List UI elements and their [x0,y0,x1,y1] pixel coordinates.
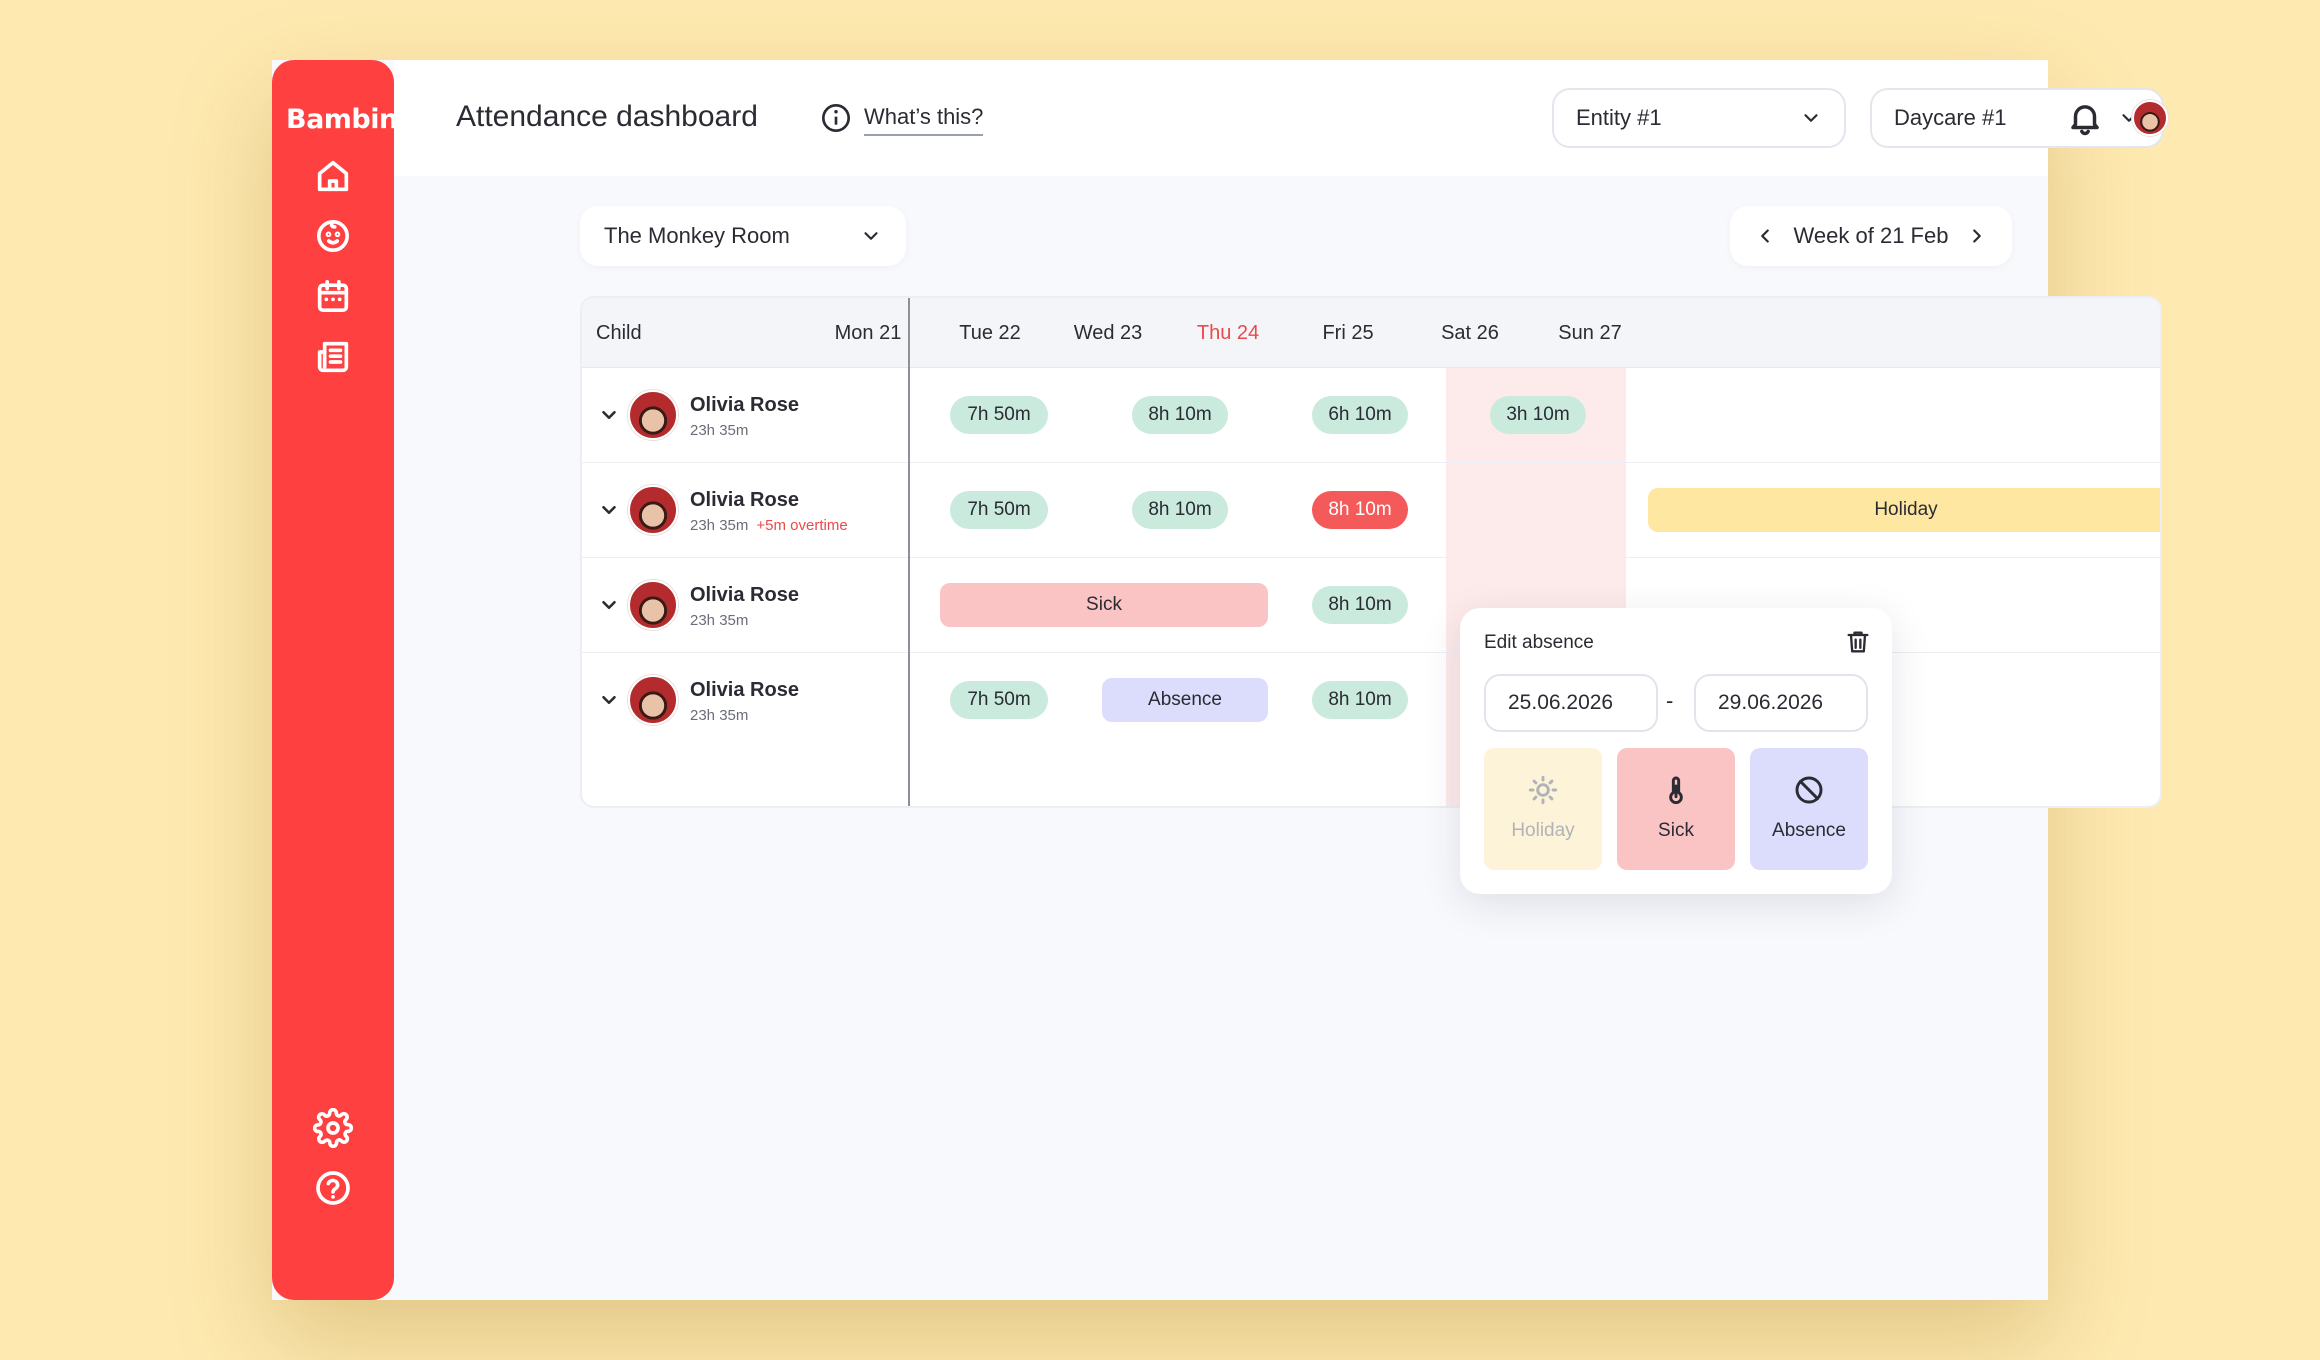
absence-type-label: Absence [1772,820,1846,841]
child-name[interactable]: Olivia Rose [690,679,799,702]
sidebar-item-settings[interactable] [313,1108,353,1148]
child-hours: 23h 35m [690,707,749,724]
child-name[interactable]: Olivia Rose [690,394,799,417]
attendance-pill[interactable]: 7h 50m [950,396,1048,434]
absence-bar[interactable]: Absence [1102,678,1268,722]
week-label: Week of 21 Feb [1793,223,1949,248]
date-to-field[interactable] [1694,674,1868,732]
child-hours: 23h 35m [690,422,749,439]
sidebar: Bambin [272,60,398,1300]
child-name[interactable]: Olivia Rose [690,489,799,512]
child-hours: 23h 35m +5m overtime [690,517,848,534]
column-header-child: Child [596,322,642,344]
room-select-value: The Monkey Room [604,223,790,248]
home-icon [317,160,349,192]
chevron-down-icon[interactable] [598,689,620,711]
ban-icon [1793,774,1825,806]
date-from-field[interactable] [1484,674,1658,732]
sun-icon [1527,774,1559,806]
attendance-pill[interactable]: 8h 10m [1312,586,1408,624]
gear-icon [313,1108,353,1148]
column-divider [908,298,910,806]
sick-type-button[interactable]: Sick [1617,748,1735,870]
entity-select-value: Entity #1 [1576,105,1662,130]
whats-this-link[interactable]: What’s this? [864,104,984,136]
chevron-down-icon [860,225,882,247]
trash-icon[interactable] [1844,628,1872,656]
holiday-bar[interactable]: Holiday [1648,488,2160,532]
attendance-table: Child Mon 21 Tue 22 Wed 23 Thu 24 Fri 25… [580,296,2162,808]
daycare-select[interactable]: Daycare #1 [1870,88,2164,148]
sick-type-label: Sick [1658,820,1694,841]
absence-type-button[interactable]: Absence [1750,748,1868,870]
attendance-pill[interactable]: 8h 10m [1132,491,1228,529]
attendance-pill[interactable]: 8h 10m [1312,681,1408,719]
child-avatar [628,390,678,440]
overtime-label: +5m overtime [756,517,848,534]
sick-bar[interactable]: Sick [940,583,1268,627]
overtime-pill[interactable]: 8h 10m [1312,491,1408,529]
sidebar-item-help[interactable] [313,1168,353,1208]
room-select[interactable]: The Monkey Room [580,206,906,266]
sidebar-item-home[interactable] [313,156,353,196]
app-logo[interactable]: Bambin [286,104,398,135]
table-row: Olivia Rose 23h 35m Sick 8h 10m [582,558,2160,653]
bell-icon[interactable] [2066,98,2104,138]
info-icon[interactable] [820,102,852,134]
page-title: Attendance dashboard [456,100,758,133]
table-row: Olivia Rose 23h 35m +5m overtime 7h 50m 8… [582,463,2160,558]
child-avatar [628,485,678,535]
daycare-select-value: Daycare #1 [1894,105,2007,130]
sidebar-item-reports[interactable] [313,337,353,377]
child-avatar [628,675,678,725]
attendance-pill[interactable]: 6h 10m [1312,396,1408,434]
child-name[interactable]: Olivia Rose [690,584,799,607]
table-row: Olivia Rose 23h 35m 7h 50m 8h 10m 6h 10m… [582,368,2160,463]
attendance-pill[interactable]: 7h 50m [950,681,1048,719]
help-circle-icon [316,1171,350,1205]
week-navigator: Week of 21 Feb [1730,206,2012,266]
top-bar: Attendance dashboard What’s this? Entity… [394,60,2164,176]
chevron-down-icon[interactable] [598,594,620,616]
attendance-pill[interactable]: 3h 10m [1490,396,1586,434]
child-avatar [628,580,678,630]
attendance-pill[interactable]: 8h 10m [1132,396,1228,434]
calendar-icon [317,280,349,312]
holiday-type-button[interactable]: Holiday [1484,748,1602,870]
table-row: Olivia Rose 23h 35m 7h 50m Absence 8h 10… [582,653,2160,748]
date-separator: - [1666,688,1674,713]
sidebar-item-calendar[interactable] [313,276,353,316]
thermometer-icon [1660,774,1692,806]
column-header-sun: Sun 27 [1558,322,1622,344]
chevron-left-icon[interactable] [1754,225,1776,247]
popup-title: Edit absence [1484,632,1594,653]
chevron-down-icon[interactable] [598,499,620,521]
chevron-right-icon[interactable] [1966,225,1988,247]
app-window: Bambin Attendance dashboard What’s this?… [272,60,2168,1300]
holiday-type-label: Holiday [1511,820,1575,841]
baby-face-icon [317,220,349,252]
user-avatar[interactable] [2132,100,2168,136]
chevron-down-icon [1800,107,1822,129]
sidebar-item-children[interactable] [313,216,353,256]
newspaper-icon [317,341,349,373]
entity-select[interactable]: Entity #1 [1552,88,1846,148]
attendance-pill[interactable]: 7h 50m [950,491,1048,529]
edit-absence-popup: Edit absence - Holiday Sick Absence [1460,608,1892,894]
chevron-down-icon[interactable] [598,404,620,426]
child-hours: 23h 35m [690,612,749,629]
